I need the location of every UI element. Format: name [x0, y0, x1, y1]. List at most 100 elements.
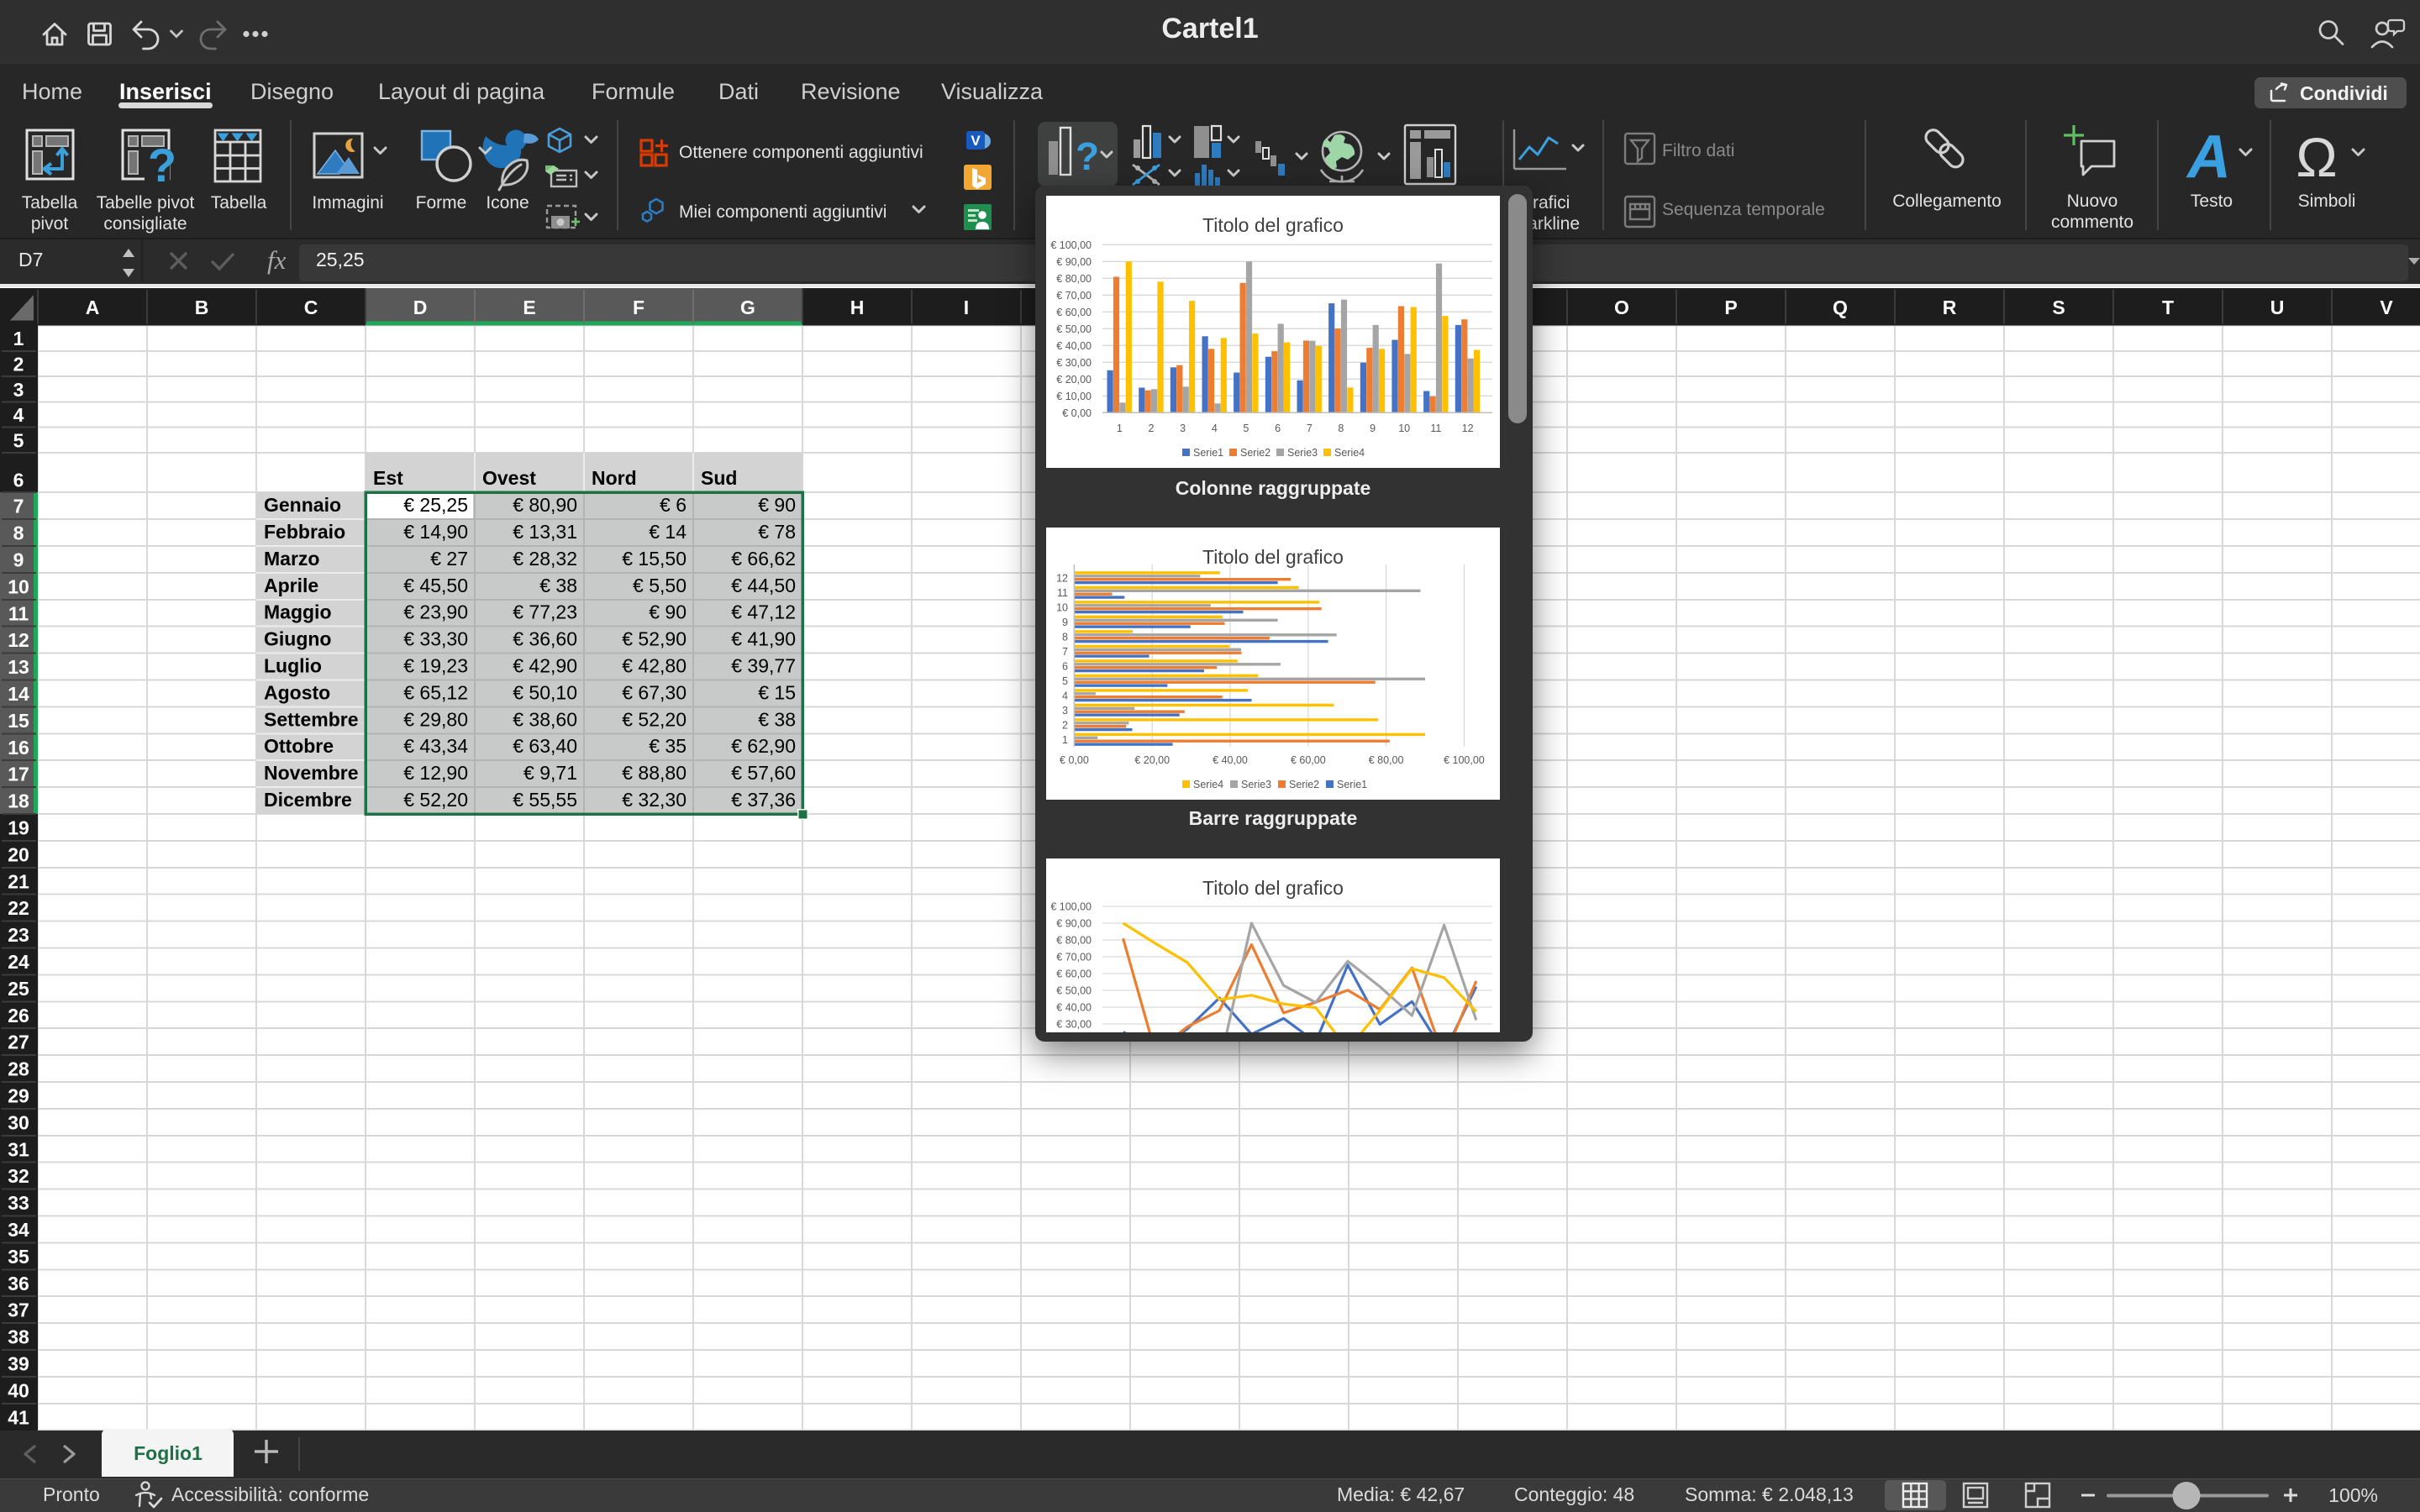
- svg-text:Serie4: Serie4: [1193, 779, 1223, 790]
- svg-text:€ 38: € 38: [539, 575, 577, 596]
- svg-text:28: 28: [8, 1058, 29, 1080]
- svg-text:Titolo del grafico: Titolo del grafico: [1202, 877, 1344, 899]
- svg-text:€ 39,77: € 39,77: [731, 655, 796, 677]
- svg-text:€ 90: € 90: [758, 494, 796, 516]
- svg-text:30: 30: [8, 1111, 29, 1133]
- svg-text:?: ?: [148, 139, 176, 192]
- svg-text:10: 10: [1398, 423, 1410, 434]
- svg-text:€ 44,50: € 44,50: [731, 575, 796, 596]
- svg-text:€ 66,62: € 66,62: [731, 548, 796, 570]
- svg-text:7: 7: [1062, 646, 1068, 658]
- svg-text:€ 0,00: € 0,00: [1062, 407, 1092, 419]
- svg-text:€ 90,00: € 90,00: [1056, 256, 1092, 268]
- svg-text:20: 20: [8, 843, 29, 865]
- svg-text:€ 100,00: € 100,00: [1050, 901, 1092, 913]
- svg-text:Giugno: Giugno: [264, 628, 331, 650]
- svg-text:€ 38,60: € 38,60: [513, 708, 577, 730]
- svg-text:Settembre: Settembre: [264, 708, 358, 730]
- svg-text:F: F: [633, 297, 644, 318]
- svg-text:O: O: [1614, 297, 1629, 318]
- svg-text:Ω: Ω: [2296, 126, 2337, 188]
- svg-text:€ 90,00: € 90,00: [1056, 918, 1092, 930]
- svg-text:6: 6: [1062, 661, 1068, 673]
- svg-text:H: H: [850, 297, 865, 318]
- svg-text:Cartel1: Cartel1: [1161, 13, 1258, 45]
- svg-text:€ 63,40: € 63,40: [513, 735, 577, 757]
- svg-text:€ 13,31: € 13,31: [513, 521, 577, 543]
- svg-text:Marzo: Marzo: [264, 548, 319, 570]
- svg-text:23: 23: [8, 924, 29, 946]
- svg-text:€ 80,00: € 80,00: [1056, 935, 1092, 947]
- svg-text:€ 100,00: € 100,00: [1444, 754, 1485, 766]
- svg-text:R: R: [1943, 297, 1957, 318]
- svg-text:17: 17: [8, 764, 29, 785]
- svg-text:40: 40: [8, 1379, 29, 1401]
- svg-text:€ 50,00: € 50,00: [1056, 323, 1092, 335]
- svg-text:D7: D7: [18, 249, 43, 270]
- svg-text:€ 70,00: € 70,00: [1056, 290, 1092, 302]
- svg-text:€ 27: € 27: [430, 548, 468, 570]
- svg-text:€ 30,00: € 30,00: [1056, 357, 1092, 369]
- svg-text:P: P: [1724, 297, 1737, 318]
- svg-text:€ 23,90: € 23,90: [403, 601, 468, 623]
- svg-text:5: 5: [1062, 675, 1068, 687]
- svg-text:12: 12: [1462, 423, 1474, 434]
- svg-text:€ 60,00: € 60,00: [1291, 754, 1326, 766]
- svg-text:€ 77,23: € 77,23: [513, 601, 577, 623]
- svg-text:9: 9: [13, 549, 24, 570]
- svg-text:2: 2: [1149, 423, 1155, 434]
- svg-text:Somma: € 2.048,13: Somma: € 2.048,13: [1685, 1483, 1854, 1505]
- svg-text:€ 41,90: € 41,90: [731, 628, 796, 650]
- svg-text:8: 8: [13, 522, 24, 544]
- svg-text:€ 25,25: € 25,25: [403, 494, 468, 516]
- svg-text:€ 60,00: € 60,00: [1056, 969, 1092, 980]
- svg-text:Accessibilità: conforme: Accessibilità: conforme: [171, 1483, 369, 1505]
- svg-text:€ 30,00: € 30,00: [1056, 1019, 1092, 1031]
- svg-text:7: 7: [13, 496, 24, 517]
- svg-text:€ 50,10: € 50,10: [513, 681, 577, 703]
- svg-text:D: D: [413, 297, 428, 318]
- svg-text:38: 38: [8, 1326, 29, 1348]
- svg-text:€ 15: € 15: [758, 681, 796, 703]
- svg-text:€ 80,90: € 80,90: [513, 494, 577, 516]
- svg-text:€ 42,90: € 42,90: [513, 655, 577, 677]
- svg-text:€ 55,55: € 55,55: [513, 789, 577, 811]
- svg-text:€ 52,20: € 52,20: [403, 789, 468, 811]
- svg-text:Ovest: Ovest: [482, 467, 536, 489]
- svg-text:8: 8: [1338, 423, 1344, 434]
- svg-text:€ 37,36: € 37,36: [731, 789, 796, 811]
- svg-text:Serie4: Serie4: [1334, 447, 1365, 459]
- svg-text:Foglio1: Foglio1: [134, 1442, 203, 1464]
- svg-text:?: ?: [1076, 134, 1099, 178]
- svg-text:€ 9,71: € 9,71: [523, 762, 577, 784]
- svg-text:€ 14,90: € 14,90: [403, 521, 468, 543]
- svg-text:1: 1: [1117, 423, 1123, 434]
- svg-text:Serie1: Serie1: [1193, 447, 1223, 459]
- svg-text:A: A: [2186, 123, 2231, 191]
- svg-text:€ 78: € 78: [758, 521, 796, 543]
- svg-text:Pronto: Pronto: [43, 1483, 100, 1505]
- svg-text:€ 80,00: € 80,00: [1369, 754, 1404, 766]
- svg-text:16: 16: [8, 737, 29, 759]
- svg-text:37: 37: [8, 1299, 29, 1321]
- svg-text:12: 12: [8, 629, 29, 651]
- svg-text:€ 42,80: € 42,80: [622, 655, 687, 677]
- svg-text:Ottobre: Ottobre: [264, 735, 334, 757]
- svg-text:Serie2: Serie2: [1240, 447, 1270, 459]
- svg-text:€ 100,00: € 100,00: [1050, 239, 1092, 251]
- svg-text:€ 38: € 38: [758, 708, 796, 730]
- svg-text:Est: Est: [373, 467, 403, 489]
- svg-text:Luglio: Luglio: [264, 655, 322, 677]
- svg-text:Media: € 42,67: Media: € 42,67: [1337, 1483, 1465, 1505]
- svg-text:€ 14: € 14: [649, 521, 687, 543]
- svg-text:€ 88,80: € 88,80: [622, 762, 687, 784]
- svg-text:24: 24: [8, 951, 29, 973]
- svg-text:€ 36,60: € 36,60: [513, 628, 577, 650]
- svg-text:Q: Q: [1833, 297, 1848, 318]
- svg-text:6: 6: [1275, 423, 1281, 434]
- svg-text:€ 29,80: € 29,80: [403, 708, 468, 730]
- svg-text:2: 2: [13, 353, 24, 375]
- svg-text:€ 32,30: € 32,30: [622, 789, 687, 811]
- svg-text:13: 13: [8, 656, 29, 678]
- svg-text:€ 12,90: € 12,90: [403, 762, 468, 784]
